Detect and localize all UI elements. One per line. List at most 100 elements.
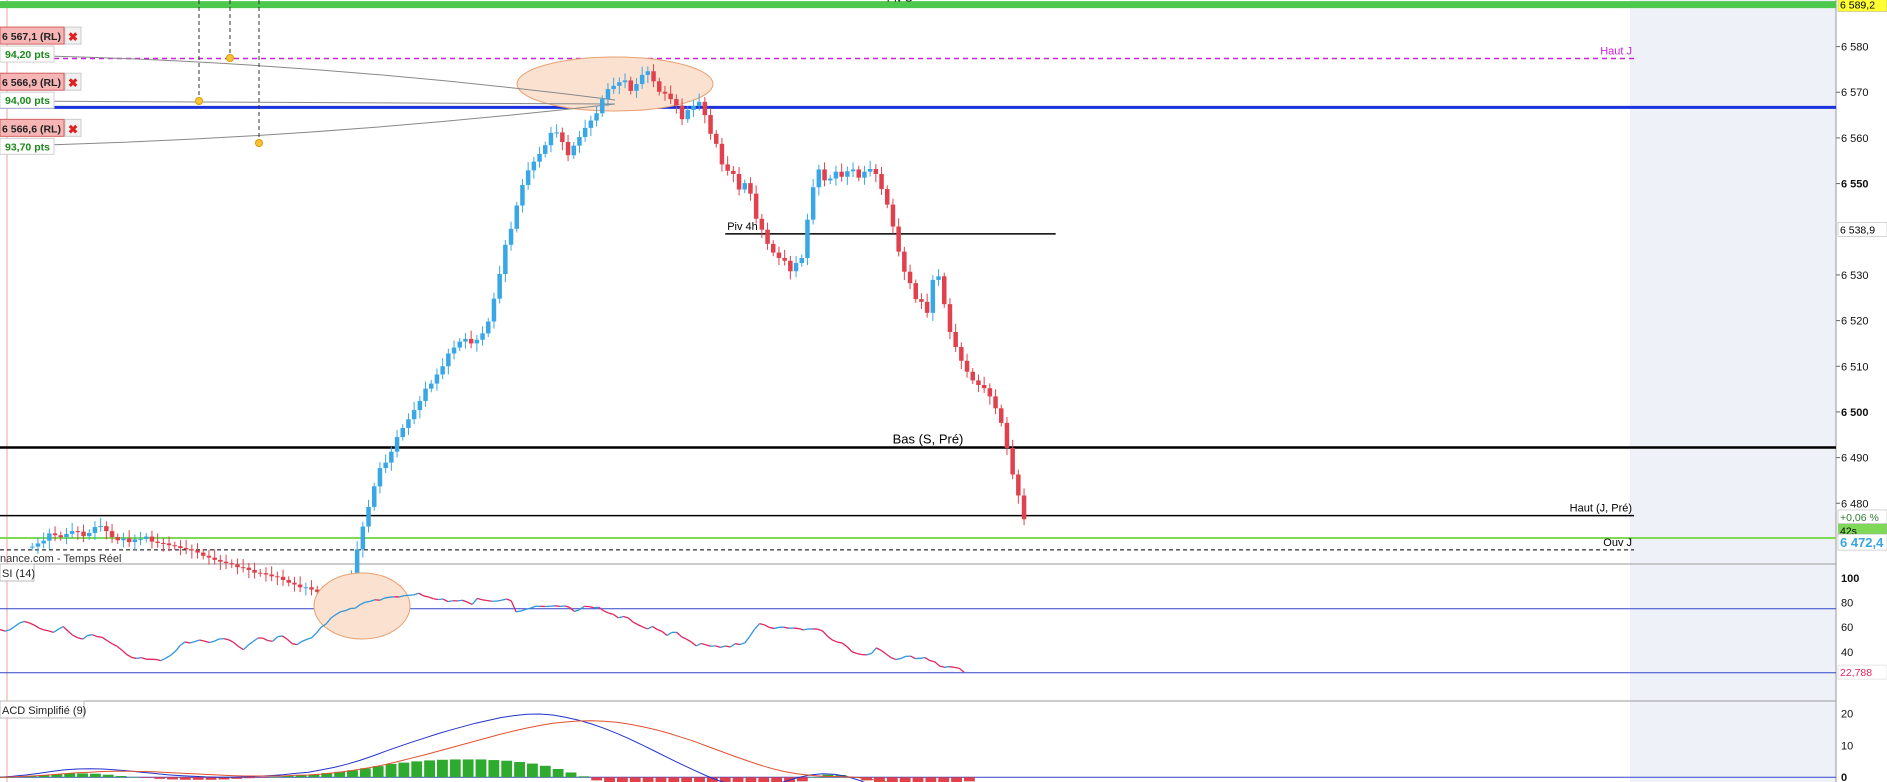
future-zone (1630, 0, 1836, 782)
rsi-segment (486, 599, 492, 602)
macd-histogram-bar (257, 777, 268, 778)
price-tick-label: 6 490 (1841, 453, 1869, 465)
annotation-anchor-point[interactable] (195, 97, 203, 105)
macd-histogram-bar (758, 777, 770, 782)
price-badge: +0,06 % (1837, 509, 1887, 525)
rsi-title-box[interactable]: SI (14) (0, 563, 35, 582)
macd-histogram-bar (437, 759, 448, 778)
macd-histogram-bar (167, 777, 178, 780)
svg-text:6 589,2: 6 589,2 (1840, 0, 1875, 12)
macd-histogram-bar (591, 777, 603, 781)
macd-histogram-bar (192, 777, 204, 780)
rsi-segment (554, 605, 560, 608)
macd-histogram-bar (951, 777, 962, 782)
price-tick-label: 6 550 (1841, 179, 1869, 191)
candle[interactable] (805, 213, 810, 266)
rsi-segment (97, 636, 103, 638)
close-icon[interactable]: ✖ (68, 122, 78, 136)
macd-histogram-bar (745, 777, 757, 782)
macd-histogram-bar (938, 777, 950, 782)
macd-histogram-bar (604, 777, 615, 782)
macd-histogram-bar (539, 765, 551, 778)
macd-histogram-bar (809, 776, 821, 778)
svg-text:+0,06 %: +0,06 % (1840, 512, 1879, 524)
candle[interactable] (372, 482, 377, 511)
level-label: Piv 4h (727, 221, 758, 233)
svg-text:6 472,4: 6 472,4 (1840, 535, 1884, 550)
macd-histogram-bar (179, 777, 191, 780)
macd-histogram-bar (424, 760, 436, 778)
macd-histogram-bar (411, 761, 423, 778)
close-icon[interactable]: ✖ (68, 76, 78, 90)
macd-histogram-bar (629, 777, 641, 782)
svg-text:6 538,9: 6 538,9 (1840, 224, 1875, 236)
macd-histogram-bar (565, 772, 577, 778)
macd-histogram-bar (964, 777, 975, 782)
macd-histogram-bar (102, 774, 114, 778)
rsi-segment (515, 610, 522, 613)
candle[interactable] (514, 201, 520, 233)
macd-histogram-bar (141, 777, 153, 778)
order-points: 94,00 pts (5, 95, 50, 107)
level-label: Ouv J (1603, 537, 1632, 549)
rsi-highlight-ellipse[interactable] (313, 572, 411, 640)
chart-canvas[interactable]: Piv S Haut J Piv 4h Bas (S, Pré) Haut (J, Pr… (0, 0, 1887, 782)
level-label: Haut J (1600, 45, 1632, 57)
order-points: 93,70 pts (5, 141, 50, 153)
rsi-tick-label: 100 (1841, 573, 1859, 585)
price-tick-label: 6 480 (1841, 498, 1869, 510)
macd-title-box[interactable]: ACD Simplifié (9) (0, 700, 86, 719)
order-price: 6 566,6 (RL) (2, 123, 61, 135)
macd-histogram-bar (372, 766, 384, 778)
macd-histogram-bar (681, 777, 693, 782)
price-axis[interactable] (1836, 0, 1887, 782)
macd-title: ACD Simplifié (9) (2, 705, 86, 717)
price-tick-label: 6 570 (1841, 87, 1869, 99)
macd-histogram-bar (77, 773, 88, 778)
source-label: nance.com - Temps Réel (0, 553, 121, 565)
macd-histogram-bar (462, 759, 474, 778)
macd-histogram-bar (668, 777, 680, 782)
rsi-value-badge: 22,788 (1837, 664, 1887, 680)
macd-histogram-bar (359, 768, 371, 778)
rsi-segment (384, 596, 390, 599)
level-label: Haut (J, Pré) (1570, 503, 1632, 515)
level-label: Piv S (887, 0, 913, 5)
rsi-segment (457, 599, 463, 602)
price-tick-label: 6 580 (1841, 42, 1869, 54)
macd-histogram-bar (886, 777, 898, 782)
trading-chart[interactable]: Piv S Haut J Piv 4h Bas (S, Pré) Haut (J, Pr… (0, 0, 1887, 782)
macd-histogram-bar (398, 762, 410, 778)
macd-histogram-bar (616, 777, 628, 782)
highlight-ellipse[interactable] (516, 56, 714, 112)
macd-histogram-bar (385, 763, 397, 778)
candle[interactable] (942, 272, 947, 308)
order-points: 94,20 pts (5, 49, 50, 61)
macd-histogram-bar (501, 760, 513, 778)
rsi-tick-label: 40 (1841, 647, 1853, 659)
close-icon[interactable]: ✖ (68, 30, 78, 44)
order-price: 6 567,1 (RL) (2, 31, 61, 43)
macd-histogram-bar (655, 777, 667, 782)
rsi-tick-label: 60 (1841, 622, 1853, 634)
rsi-segment (954, 666, 960, 669)
price-tick-label: 6 510 (1841, 361, 1869, 373)
annotation-anchor-point[interactable] (226, 54, 234, 62)
macd-histogram-bar (128, 776, 140, 778)
rsi-segment (267, 639, 273, 642)
macd-histogram-bar (578, 776, 590, 778)
macd-histogram-bar (115, 775, 127, 778)
rsi-segment (136, 656, 142, 660)
rsi-title: SI (14) (2, 568, 35, 580)
price-tick-label: 6 500 (1841, 407, 1869, 419)
macd-histogram-bar (899, 777, 911, 782)
price-badge: 6 589,2 (1837, 0, 1887, 12)
annotation-anchor-point[interactable] (255, 139, 263, 147)
rsi-segment (496, 599, 502, 602)
macd-histogram-bar (526, 763, 538, 778)
macd-histogram-bar (912, 777, 924, 782)
rsi-tick-label: 80 (1841, 598, 1853, 610)
macd-tick-label: 20 (1841, 709, 1853, 721)
macd-histogram-bar (552, 768, 564, 778)
macd-histogram-bar (205, 777, 217, 780)
